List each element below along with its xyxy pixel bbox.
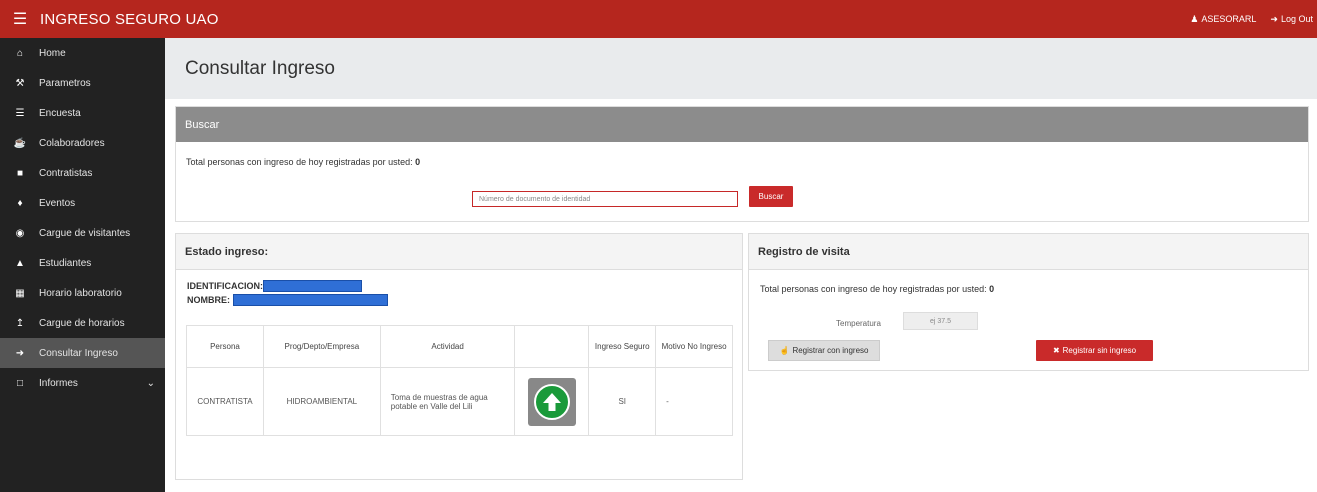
registro-total-label: Total personas con ingreso de hoy regist…: [760, 284, 990, 294]
app-title[interactable]: INGRESO SEGURO UAO: [40, 11, 219, 28]
column-header-ingreso-seguro: Ingreso Seguro: [588, 325, 657, 368]
user-icon: ♟: [1190, 13, 1199, 24]
identificacion-label: IDENTIFICACION:: [187, 281, 263, 291]
registrar-sin-ingreso-label: Registrar sin ingreso: [1062, 346, 1137, 355]
buscar-panel: Buscar Total personas con ingreso de hoy…: [175, 106, 1309, 222]
redacted-identificacion: [263, 280, 362, 292]
file-icon: □: [16, 377, 24, 389]
sign-in-icon: ➜: [15, 347, 25, 359]
registrar-sin-ingreso-button[interactable]: ✖ Registrar sin ingreso: [1036, 340, 1153, 361]
registrar-con-ingreso-button[interactable]: ☝ Registrar con ingreso: [768, 340, 880, 361]
main-content: Consultar Ingreso Buscar Total personas …: [165, 38, 1317, 492]
temperatura-input[interactable]: ej 37.5: [903, 312, 978, 330]
sidebar-item-eventos[interactable]: ♦ Eventos: [0, 188, 165, 218]
thumbs-up-icon: ☝: [779, 346, 790, 355]
sidebar-item-label: Contratistas: [39, 167, 93, 179]
column-header-persona: Persona: [186, 325, 264, 368]
cell-ingreso-seguro: SI: [588, 367, 657, 436]
cell-motivo: -: [655, 367, 733, 436]
registro-visita-header: Registro de visita: [749, 234, 1308, 270]
upload-icon: ↥: [15, 317, 25, 329]
pushpin-icon: ♦: [17, 197, 23, 209]
chevron-down-icon: ⌄: [146, 377, 155, 389]
registro-visita-panel: Registro de visita Total personas con in…: [748, 233, 1309, 371]
sidebar-item-horario-laboratorio[interactable]: ▦ Horario laboratorio: [0, 278, 165, 308]
page-header: Consultar Ingreso: [165, 38, 1317, 99]
sidebar-item-label: Eventos: [39, 197, 76, 209]
sidebar-item-label: Estudiantes: [39, 257, 92, 269]
page-title: Consultar Ingreso: [185, 58, 335, 79]
sidebar-item-cargue-horarios[interactable]: ↥ Cargue de horarios: [0, 308, 165, 338]
record-icon: ◉: [15, 227, 25, 239]
logout-link[interactable]: ➜ Log Out: [1270, 14, 1313, 25]
logout-label: Log Out: [1280, 14, 1313, 24]
registrar-con-ingreso-label: Registrar con ingreso: [792, 346, 869, 355]
calendar-icon: ▦: [15, 287, 25, 299]
logout-icon: ➜: [1270, 13, 1278, 24]
sidebar-item-cargue-visitantes[interactable]: ◉ Cargue de visitantes: [0, 218, 165, 248]
table-header-row: Persona Prog/Depto/Empresa Actividad Ing…: [186, 325, 733, 368]
column-header-empresa: Prog/Depto/Empresa: [262, 325, 381, 368]
sidebar-item-estudiantes[interactable]: ▲ Estudiantes: [0, 248, 165, 278]
column-header-motivo: Motivo No Ingreso: [655, 325, 733, 368]
table-row: CONTRATISTA HIDROAMBIENTAL Toma de muest…: [186, 367, 733, 436]
buscar-panel-header: Buscar: [176, 107, 1308, 142]
estado-ingreso-table: Persona Prog/Depto/Empresa Actividad Ing…: [186, 325, 733, 436]
column-header-actividad: Actividad: [379, 325, 516, 368]
wrench-icon: ⚒: [15, 77, 25, 89]
sidebar-item-colaboradores[interactable]: ☕ Colaboradores: [0, 128, 165, 158]
sidebar-item-label: Horario laboratorio: [39, 287, 122, 299]
registro-total-text: Total personas con ingreso de hoy regist…: [760, 284, 994, 294]
green-up-arrow-icon: [527, 377, 576, 426]
column-header-icon: [514, 325, 590, 368]
list-icon: ☰: [15, 107, 25, 119]
user-menu[interactable]: ♟ ASESORARL: [1190, 14, 1256, 25]
identificacion-line: IDENTIFICACION:: [187, 280, 362, 292]
cell-status-icon: [514, 367, 590, 436]
user-name: ASESORARL: [1201, 14, 1257, 24]
hamburger-icon[interactable]: ☰: [0, 9, 40, 29]
buscar-total-text: Total personas con ingreso de hoy regist…: [186, 157, 420, 167]
estado-ingreso-header: Estado ingreso:: [176, 234, 742, 270]
sidebar-item-informes[interactable]: □ Informes ⌄: [0, 368, 165, 398]
cell-empresa: HIDROAMBIENTAL: [262, 367, 381, 436]
home-icon: ⌂: [16, 47, 24, 59]
mug-icon: ☕: [13, 137, 27, 149]
sidebar-item-label: Informes: [39, 377, 78, 389]
document-search-input[interactable]: Número de documento de identidad: [472, 191, 738, 207]
cell-persona: CONTRATISTA: [186, 367, 264, 436]
sidebar-item-label: Parametros: [39, 77, 91, 89]
redacted-nombre: [233, 294, 388, 306]
nombre-label: NOMBRE:: [187, 295, 230, 305]
graduation-cap-icon: ▲: [15, 257, 25, 269]
top-navbar: ☰ INGRESO SEGURO UAO ♟ ASESORARL ➜ Log O…: [0, 0, 1317, 38]
buscar-total-label: Total personas con ingreso de hoy regist…: [186, 157, 416, 167]
sidebar-item-home[interactable]: ⌂ Home: [0, 38, 165, 68]
cell-actividad: Toma de muestras de agua potable en Vall…: [379, 367, 516, 436]
temperatura-label: Temperatura: [836, 319, 881, 328]
sidebar-item-contratistas[interactable]: ■ Contratistas: [0, 158, 165, 188]
buscar-button[interactable]: Buscar: [749, 186, 793, 207]
sidebar-item-label: Cargue de horarios: [39, 317, 125, 329]
registro-total-value: 0: [989, 284, 995, 294]
buscar-total-value: 0: [415, 157, 421, 167]
sidebar-item-encuesta[interactable]: ☰ Encuesta: [0, 98, 165, 128]
times-circle-icon: ✖: [1052, 346, 1060, 355]
sidebar-item-label: Home: [39, 47, 66, 59]
sidebar-item-label: Cargue de visitantes: [39, 227, 131, 239]
sidebar-item-label: Encuesta: [39, 107, 81, 119]
sidebar-item-parametros[interactable]: ⚒ Parametros: [0, 68, 165, 98]
nombre-line: NOMBRE:: [187, 294, 388, 306]
estado-ingreso-panel: Estado ingreso: IDENTIFICACION: NOMBRE: …: [175, 233, 743, 480]
sidebar-item-label: Consultar Ingreso: [39, 347, 118, 359]
briefcase-icon: ■: [16, 167, 24, 179]
sidebar-item-consultar-ingreso[interactable]: ➜ Consultar Ingreso: [0, 338, 165, 368]
sidebar: ⌂ Home ⚒ Parametros ☰ Encuesta ☕ Colabor…: [0, 38, 165, 492]
sidebar-item-label: Colaboradores: [39, 137, 105, 149]
